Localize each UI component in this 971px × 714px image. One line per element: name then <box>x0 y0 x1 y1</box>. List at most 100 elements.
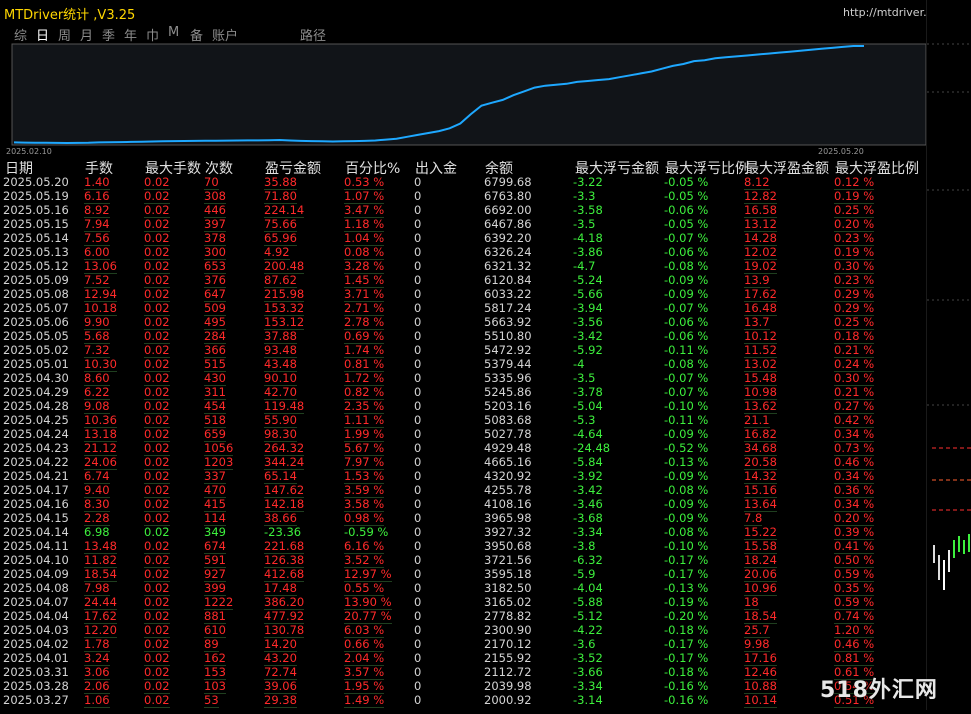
table-row: 2025.05.07 10.18 0.02 509 153.32 2.71 % 0 5817.… <box>0 302 926 316</box>
cell-10: 18 <box>744 595 759 610</box>
cell-4: 43.20 <box>264 651 297 666</box>
tab-5[interactable]: 年 <box>124 25 137 44</box>
cell-1: 24.06 <box>84 455 117 470</box>
table-row: 2025.04.17 9.40 0.02 470 147.62 3.59 % 0 4255.7… <box>0 484 926 498</box>
cell-9: -0.17 % <box>664 567 709 581</box>
cell-9: -0.13 % <box>664 581 709 595</box>
cell-2: 0.02 <box>144 539 170 554</box>
cell-8: -3.5 <box>573 371 596 385</box>
tab-2[interactable]: 周 <box>58 25 71 44</box>
cell-11: 1.20 % <box>834 623 875 638</box>
table-row: 2025.05.16 8.92 0.02 446 224.14 3.47 % 0 6692.0… <box>0 204 926 218</box>
cell-5: 6.16 % <box>344 539 385 554</box>
table-row: 2025.05.20 1.40 0.02 70 35.88 0.53 % 0 6799.68 -… <box>0 176 926 190</box>
cell-9: -0.07 % <box>664 231 709 245</box>
cell-11: 0.46 % <box>834 455 875 470</box>
cell-6: 0 <box>414 259 422 273</box>
cell-2: 0.02 <box>144 413 170 428</box>
cell-10: 16.58 <box>744 203 777 218</box>
cell-5: 3.52 % <box>344 553 385 568</box>
cell-4: 42.70 <box>264 385 297 400</box>
cell-1: 3.24 <box>84 651 110 666</box>
cell-7: 3165.02 <box>484 595 532 609</box>
cell-11: 0.35 % <box>834 581 875 596</box>
cell-0: 2025.04.14 <box>3 525 69 539</box>
cell-4: 153.12 <box>264 315 305 330</box>
tab-6[interactable]: 巾 <box>146 25 159 44</box>
tab-4[interactable]: 季 <box>102 25 115 44</box>
table-row: 2025.05.14 7.56 0.02 378 65.96 1.04 % 0 6392.20… <box>0 232 926 246</box>
cell-6: 0 <box>414 273 422 287</box>
cell-2: 0.02 <box>144 175 170 190</box>
cell-9: -0.10 % <box>664 399 709 413</box>
tab-0[interactable]: 综 <box>14 25 27 44</box>
table-row: 2025.03.27 1.06 0.02 53 29.38 1.49 % 0 2000.92 -… <box>0 694 926 708</box>
cell-4: 344.24 <box>264 455 305 470</box>
cell-11: 0.24 % <box>834 357 875 372</box>
cell-2: 0.02 <box>144 511 170 526</box>
cell-3: 89 <box>204 637 219 652</box>
cell-2: 0.02 <box>144 693 170 708</box>
cell-8: -4.22 <box>573 623 603 637</box>
cell-4: 29.38 <box>264 693 297 708</box>
cell-7: 6326.24 <box>484 245 532 259</box>
cell-1: 11.82 <box>84 553 117 568</box>
cell-7: 2300.90 <box>484 623 532 637</box>
cell-2: 0.02 <box>144 455 170 470</box>
tab-10[interactable]: 路径 <box>300 25 326 44</box>
cell-6: 0 <box>414 609 422 623</box>
cell-4: 65.14 <box>264 469 297 484</box>
cell-3: 674 <box>204 539 226 554</box>
cell-5: 1.74 % <box>344 343 385 358</box>
cell-1: 13.18 <box>84 427 117 442</box>
cell-6: 0 <box>414 427 422 441</box>
tab-7[interactable]: M <box>168 25 179 40</box>
tab-9[interactable]: 账户 <box>212 25 238 44</box>
cell-3: 376 <box>204 273 226 288</box>
cell-3: 311 <box>204 385 226 400</box>
cell-7: 5663.92 <box>484 315 532 329</box>
cell-8: -3.66 <box>573 665 603 679</box>
cell-1: 5.68 <box>84 329 110 344</box>
cell-8: -4.7 <box>573 259 596 273</box>
cell-1: 9.40 <box>84 483 110 498</box>
tab-3[interactable]: 月 <box>80 25 93 44</box>
cell-11: 0.19 % <box>834 245 875 260</box>
cell-7: 6321.32 <box>484 259 532 273</box>
cell-6: 0 <box>414 329 422 343</box>
table-row: 2025.05.06 9.90 0.02 495 153.12 2.78 % 0 5663.9… <box>0 316 926 330</box>
cell-8: -3.6 <box>573 637 596 651</box>
cell-1: 6.00 <box>84 245 110 260</box>
cell-3: 515 <box>204 357 226 372</box>
table-row: 2025.03.31 3.06 0.02 153 72.74 3.57 % 0 2112.72… <box>0 666 926 680</box>
cell-6: 0 <box>414 357 422 371</box>
cell-10: 16.82 <box>744 427 777 442</box>
cell-6: 0 <box>414 665 422 679</box>
cell-7: 5335.96 <box>484 371 532 385</box>
cell-1: 1.06 <box>84 693 110 708</box>
equity-chart: 2025.02.10 2025.05.20 <box>6 43 926 156</box>
cell-1: 21.12 <box>84 441 117 456</box>
cell-6: 0 <box>414 301 422 315</box>
tab-1[interactable]: 日 <box>36 25 49 44</box>
cell-9: -0.52 % <box>664 441 709 455</box>
website-link[interactable]: http://mtdriver.cn <box>843 6 926 19</box>
cell-2: 0.02 <box>144 469 170 484</box>
sidebar-chart-marks <box>927 43 971 590</box>
cell-11: 0.23 % <box>834 273 875 288</box>
x-start-label: 2025.02.10 <box>6 147 52 156</box>
tab-8[interactable]: 备 <box>190 25 203 44</box>
cell-5: 1.45 % <box>344 273 385 288</box>
cell-0: 2025.04.04 <box>3 609 69 623</box>
cell-2: 0.02 <box>144 427 170 442</box>
cell-8: -3.8 <box>573 539 596 553</box>
cell-6: 0 <box>414 399 422 413</box>
cell-0: 2025.04.08 <box>3 581 69 595</box>
cell-6: 0 <box>414 651 422 665</box>
cell-5: -0.59 % <box>344 525 389 539</box>
cell-3: 103 <box>204 679 226 694</box>
cell-10: 7.8 <box>744 511 763 526</box>
cell-7: 6467.86 <box>484 217 532 231</box>
cell-4: 130.78 <box>264 623 305 638</box>
cell-0: 2025.03.28 <box>3 679 69 693</box>
